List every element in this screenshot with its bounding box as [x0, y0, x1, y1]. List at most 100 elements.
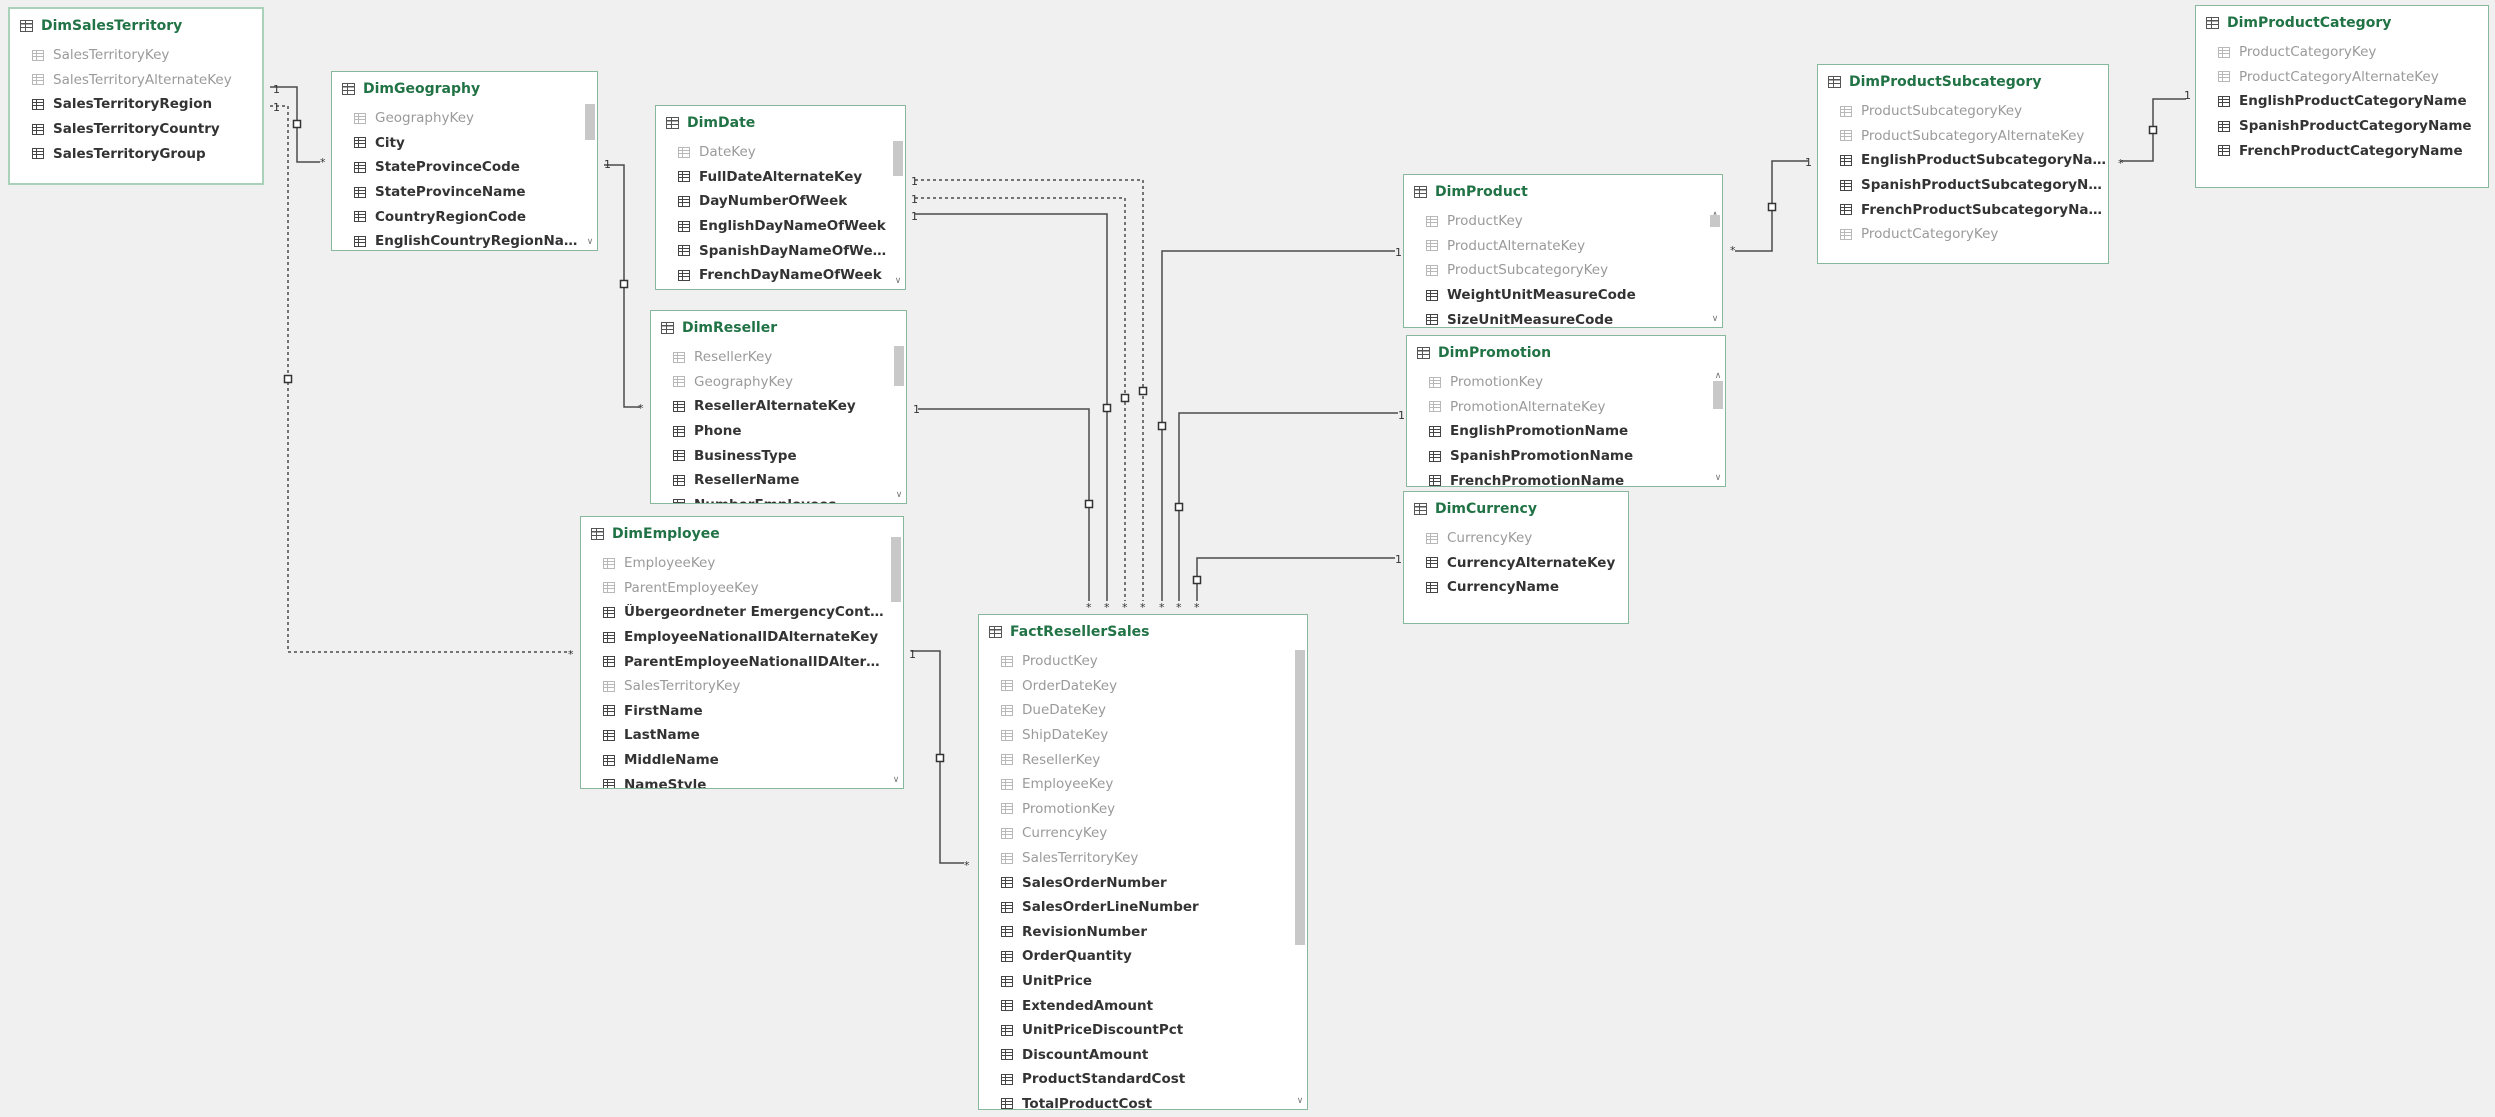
field-item[interactable]: EnglishProductCategoryName — [2218, 89, 2488, 114]
field-item[interactable]: SalesTerritoryKey — [603, 674, 887, 699]
relationship-line[interactable] — [1161, 250, 1395, 601]
relationship-DimProduct-FactResellerSales[interactable]: 1* — [1157, 246, 1403, 614]
relationship-handle[interactable] — [619, 279, 629, 289]
relationship-handle[interactable] — [1084, 499, 1094, 509]
field-item[interactable]: CurrencyKey — [1426, 526, 1628, 551]
relationship-DimPromotion-FactResellerSales[interactable]: 1* — [1174, 409, 1406, 614]
field-item[interactable]: ParentEmployeeKey — [603, 576, 887, 601]
relationship-handle[interactable] — [1767, 202, 1777, 212]
relationship-line[interactable] — [915, 213, 1108, 601]
field-item[interactable]: EnglishPromotionName — [1429, 419, 1709, 444]
relationship-DimReseller-FactResellerSales[interactable]: 1* — [913, 403, 1094, 614]
scrollbar-thumb[interactable] — [1295, 650, 1305, 945]
field-item[interactable]: PromotionKey — [1001, 797, 1291, 822]
relationship-handle[interactable] — [935, 753, 945, 763]
field-item[interactable]: StateProvinceName — [354, 180, 581, 205]
table-header[interactable]: DimDate — [656, 106, 905, 140]
field-item[interactable]: FrenchProductSubcategoryName — [1840, 197, 2108, 222]
table-header[interactable]: DimReseller — [651, 311, 906, 345]
field-item[interactable]: SalesTerritoryCountry — [32, 117, 262, 142]
table-header[interactable]: FactResellerSales — [979, 615, 1307, 649]
field-item[interactable]: EmployeeKey — [1001, 772, 1291, 797]
table-FactResellerSales[interactable]: FactResellerSales ProductKey OrderDateKey D… — [978, 614, 1308, 1110]
table-header[interactable]: DimSalesTerritory — [10, 9, 262, 43]
relationship-handle[interactable] — [1138, 386, 1148, 396]
table-header[interactable]: DimProductCategory — [2196, 6, 2488, 40]
field-item[interactable]: UnitPrice — [1001, 969, 1291, 994]
table-header[interactable]: DimGeography — [332, 72, 597, 106]
field-item[interactable]: LastName — [603, 723, 887, 748]
field-item[interactable]: DueDateKey — [1001, 698, 1291, 723]
scrollbar-thumb[interactable] — [894, 346, 904, 386]
field-item[interactable]: WeightUnitMeasureCode — [1426, 283, 1706, 308]
field-item[interactable]: TotalProductCost — [1001, 1092, 1291, 1109]
field-item[interactable]: ProductKey — [1426, 209, 1706, 234]
table-DimSalesTerritory[interactable]: DimSalesTerritory SalesTerritoryKey SalesT… — [8, 7, 264, 185]
vertical-scrollbar[interactable]: ∧∨ — [892, 345, 906, 501]
scroll-down-icon[interactable]: ∨ — [583, 236, 597, 248]
table-DimReseller[interactable]: DimReseller ResellerKey GeographyKey Resell… — [650, 310, 907, 504]
scrollbar-thumb[interactable] — [1713, 381, 1723, 409]
field-item[interactable]: DiscountAmount — [1001, 1043, 1291, 1068]
field-item[interactable]: CurrencyKey — [1001, 821, 1291, 846]
relationship-handle[interactable] — [283, 374, 293, 384]
table-DimDate[interactable]: DimDate DateKey FullDateAlternateKey DayNum… — [655, 105, 906, 290]
scroll-down-icon[interactable]: ∨ — [1293, 1095, 1307, 1107]
field-item[interactable]: ProductCategoryKey — [2218, 40, 2488, 65]
field-item[interactable]: SalesOrderNumber — [1001, 870, 1291, 895]
field-item[interactable]: NumberEmployees — [673, 493, 890, 503]
field-item[interactable]: EnglishProductSubcategoryName — [1840, 148, 2108, 173]
field-item[interactable]: ResellerName — [673, 468, 890, 493]
field-item[interactable]: SalesTerritoryKey — [32, 43, 262, 68]
field-item[interactable]: CurrencyName — [1426, 575, 1628, 600]
field-item[interactable]: DateKey — [678, 140, 889, 165]
field-item[interactable]: ResellerAlternateKey — [673, 394, 890, 419]
field-item[interactable]: ProductStandardCost — [1001, 1067, 1291, 1092]
relationship-line[interactable] — [1178, 412, 1398, 601]
table-DimProductSubcategory[interactable]: DimProductSubcategory ProductSubcategoryK… — [1817, 64, 2109, 264]
vertical-scrollbar[interactable]: ∧∨ — [1293, 649, 1307, 1107]
field-item[interactable]: SalesTerritoryKey — [1001, 846, 1291, 871]
table-DimProductCategory[interactable]: DimProductCategory ProductCategoryKey Prod… — [2195, 5, 2489, 188]
field-item[interactable]: NameStyle — [603, 772, 887, 788]
field-item[interactable]: FrenchDayNameOfWeek — [678, 263, 889, 288]
vertical-scrollbar[interactable]: ∧∨ — [891, 140, 905, 287]
field-item[interactable]: SalesOrderLineNumber — [1001, 895, 1291, 920]
field-item[interactable]: SalesTerritoryRegion — [32, 92, 262, 117]
field-item[interactable]: EnglishCountryRegionName — [354, 229, 581, 250]
relationship-DimSalesTerritory-DimGeography[interactable]: 1* — [270, 83, 326, 169]
relationship-line[interactable] — [918, 408, 1090, 601]
field-item[interactable]: EnglishDayNameOfWeek — [678, 214, 889, 239]
vertical-scrollbar[interactable]: ∧∨ — [583, 104, 597, 248]
relationship-handle[interactable] — [1157, 421, 1167, 431]
vertical-scrollbar[interactable]: ∧∨ — [889, 537, 903, 786]
vertical-scrollbar[interactable]: ∧∨ — [1711, 370, 1725, 484]
scroll-down-icon[interactable]: ∨ — [892, 489, 906, 501]
field-item[interactable]: SpanishProductSubcategoryName — [1840, 173, 2108, 198]
relationship-handle[interactable] — [292, 119, 302, 129]
relationship-handle[interactable] — [1174, 502, 1184, 512]
scroll-down-icon[interactable]: ∨ — [1711, 472, 1725, 484]
table-header[interactable]: DimProductSubcategory — [1818, 65, 2108, 99]
field-item[interactable]: MiddleName — [603, 748, 887, 773]
field-item[interactable]: Übergeordneter EmergencyContactName — [603, 600, 887, 625]
field-item[interactable]: EmployeeNationalIDAlternateKey — [603, 625, 887, 650]
relationship-handle[interactable] — [1192, 575, 1202, 585]
table-header[interactable]: DimProduct — [1404, 175, 1722, 209]
field-item[interactable]: FrenchPromotionName — [1429, 468, 1709, 486]
table-DimPromotion[interactable]: DimPromotion PromotionKey PromotionAlterna… — [1406, 335, 1726, 487]
field-item[interactable]: SalesTerritoryAlternateKey — [32, 68, 262, 93]
field-item[interactable]: SpanishDayNameOfWeek — [678, 238, 889, 263]
scroll-down-icon[interactable]: ∨ — [889, 774, 903, 786]
scrollbar-thumb[interactable] — [893, 141, 903, 176]
field-item[interactable]: ExtendedAmount — [1001, 993, 1291, 1018]
field-item[interactable]: BusinessType — [673, 443, 890, 468]
scrollbar-thumb[interactable] — [891, 537, 901, 602]
scrollbar-thumb[interactable] — [1710, 215, 1720, 227]
field-item[interactable]: OrderDateKey — [1001, 674, 1291, 699]
field-item[interactable]: SpanishProductCategoryName — [2218, 114, 2488, 139]
field-item[interactable]: ProductSubcategoryKey — [1840, 99, 2108, 124]
relationship-line[interactable] — [915, 197, 1126, 601]
table-header[interactable]: DimEmployee — [581, 517, 903, 551]
table-header[interactable]: DimCurrency — [1404, 492, 1628, 526]
